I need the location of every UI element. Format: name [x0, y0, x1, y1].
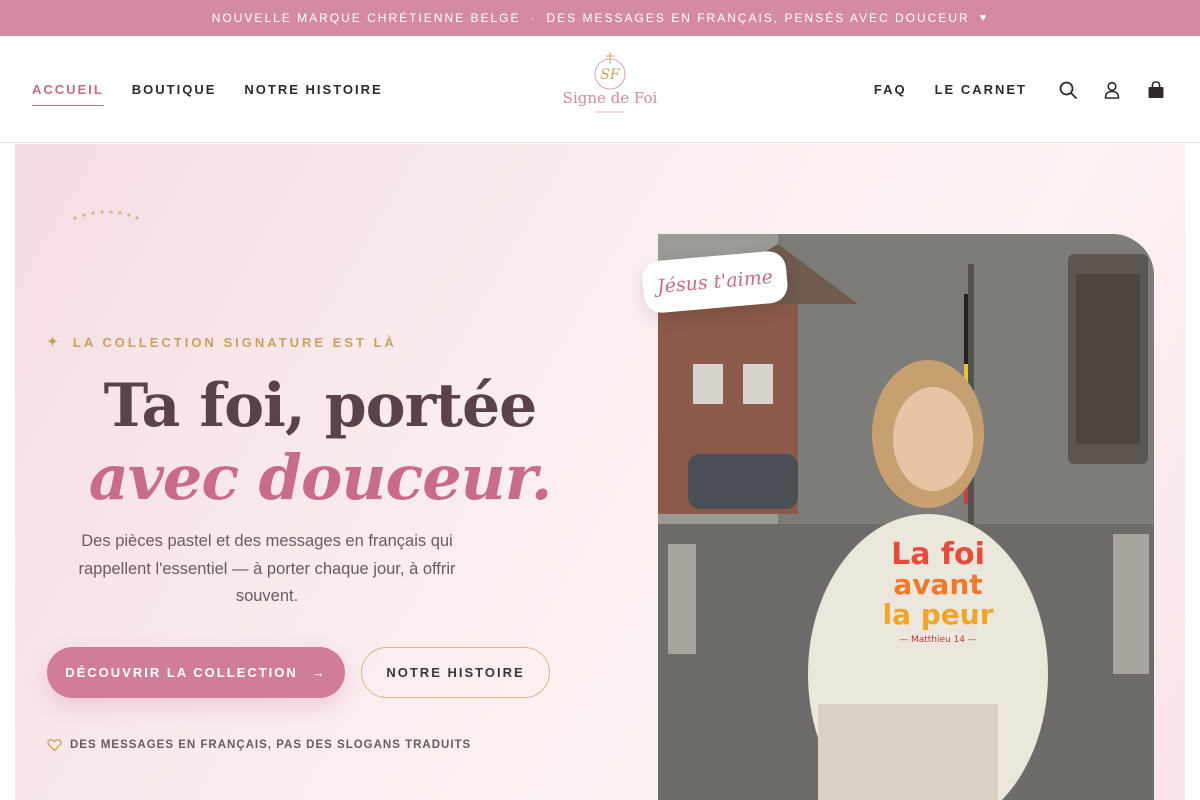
discover-collection-button[interactable]: DÉCOUVRIR LA COLLECTION →: [47, 647, 345, 698]
hero-note-text: DES MESSAGES EN FRANÇAIS, PAS DES SLOGAN…: [70, 739, 472, 751]
hero-photo-illustration: [658, 234, 1154, 800]
main-nav-left: ACCUEIL BOUTIQUE NOTRE HISTOIRE: [32, 36, 383, 143]
site-header: ACCUEIL BOUTIQUE NOTRE HISTOIRE SF Signe…: [0, 36, 1200, 143]
announcement-text-2: DES MESSAGES EN FRANÇAIS, PENSÉS AVEC DO…: [546, 11, 970, 25]
shirt-line2: avant: [893, 568, 982, 601]
shirt-ref: — Matthieu 14 —: [899, 635, 977, 645]
shirt-line1: La foi: [891, 537, 985, 572]
main-nav-right: FAQ LE CARNET: [874, 36, 1027, 143]
account-icon[interactable]: [1102, 80, 1122, 100]
heart-icon: ♥: [979, 12, 989, 24]
logo-wordmark: Signe de Foi: [563, 89, 658, 107]
hero-headline-line1: Ta foi, portée: [103, 371, 538, 441]
nav-faq[interactable]: FAQ: [874, 82, 907, 97]
shirt-print: La foi avant la peur — Matthieu 14 —: [882, 537, 993, 645]
nav-le-carnet[interactable]: LE CARNET: [935, 82, 1027, 97]
nav-accueil[interactable]: ACCUEIL: [32, 82, 104, 106]
hero-headline: Ta foi, portée avec douceur.: [55, 370, 585, 514]
decorative-dots: [73, 210, 139, 220]
sparkle-icon: ✦: [47, 334, 61, 349]
hero-subtitle: Des pièces pastel et des messages en fra…: [78, 532, 456, 605]
logo-mark: SF Signe de Foi: [563, 52, 658, 113]
nav-notre-histoire[interactable]: NOTRE HISTOIRE: [244, 82, 382, 97]
announcement-text-1: NOUVELLE MARQUE CHRÉTIENNE BELGE: [211, 11, 521, 25]
hero-eyebrow: ✦ LA COLLECTION SIGNATURE EST LÀ: [47, 334, 397, 350]
heart-outline-icon: [47, 739, 62, 752]
hero-section: ✦ LA COLLECTION SIGNATURE EST LÀ Ta foi,…: [15, 144, 1185, 800]
arrow-right-icon: →: [311, 665, 327, 680]
shirt-line3: la peur: [882, 598, 993, 631]
cart-icon[interactable]: [1146, 80, 1166, 100]
announcement-bar: NOUVELLE MARQUE CHRÉTIENNE BELGE · DES M…: [0, 0, 1200, 36]
hero-note: DES MESSAGES EN FRANÇAIS, PAS DES SLOGAN…: [47, 738, 471, 752]
hero-eyebrow-text: LA COLLECTION SIGNATURE EST LÀ: [72, 334, 397, 350]
logo-monogram: SF: [600, 67, 621, 83]
hero-headline-line2: avec douceur.: [88, 441, 553, 514]
our-story-button[interactable]: NOTRE HISTOIRE: [361, 647, 550, 698]
brand-logo[interactable]: SF Signe de Foi: [560, 48, 660, 132]
header-icons: [1058, 36, 1166, 143]
hero-photo: La foi avant la peur — Matthieu 14 —: [658, 234, 1154, 800]
nav-boutique[interactable]: BOUTIQUE: [132, 82, 217, 97]
search-icon[interactable]: [1058, 80, 1078, 100]
discover-collection-label: DÉCOUVRIR LA COLLECTION: [65, 665, 298, 680]
announcement-separator: ·: [530, 11, 537, 25]
